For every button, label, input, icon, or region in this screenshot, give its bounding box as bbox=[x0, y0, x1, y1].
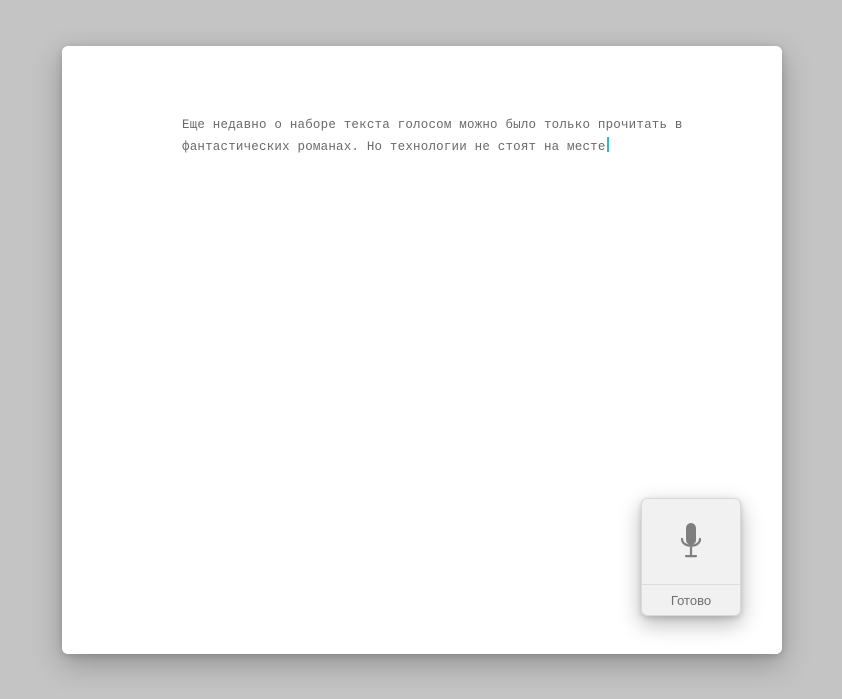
done-button-label: Готово bbox=[671, 593, 711, 608]
microphone-button[interactable] bbox=[642, 499, 740, 584]
dictation-popup: Готово bbox=[641, 498, 741, 616]
document-content-area[interactable]: Еще недавно о наборе текста голосом можн… bbox=[62, 46, 782, 158]
microphone-icon bbox=[677, 521, 705, 563]
text-cursor bbox=[607, 137, 609, 152]
done-button[interactable]: Готово bbox=[642, 585, 740, 615]
